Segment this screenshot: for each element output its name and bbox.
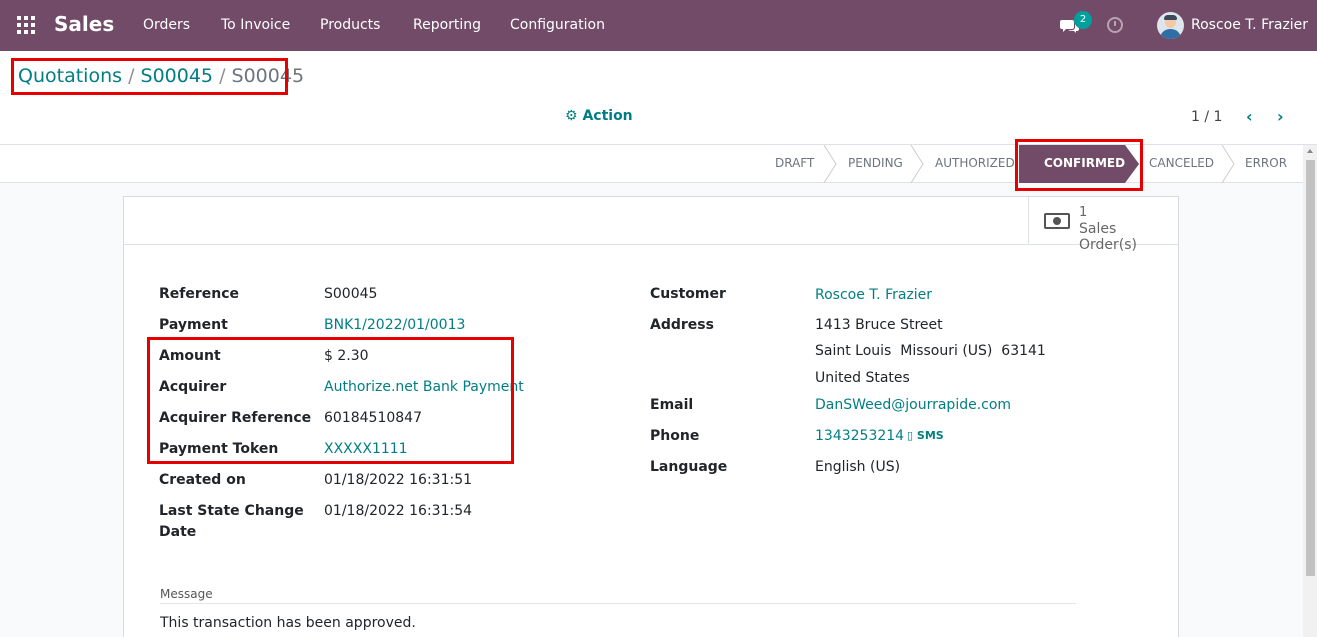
acquirer-label: Acquirer [159, 379, 227, 395]
action-button[interactable]: ⚙ Action [565, 108, 633, 124]
form-sheet: 1 Sales Order(s) Reference S00045 Paymen… [123, 196, 1179, 637]
customer-label: Customer [650, 286, 726, 302]
email-label: Email [650, 397, 694, 413]
money-icon [1044, 213, 1070, 229]
phone-label: Phone [650, 428, 700, 444]
payment-token-link[interactable]: XXXXX1111 [324, 441, 408, 457]
stage-confirmed-label: CONFIRMED [1044, 156, 1126, 170]
scroll-thumb[interactable] [1306, 160, 1315, 576]
sales-orders-button[interactable]: 1 Sales Order(s) [1028, 197, 1178, 253]
breadcrumb-current: S00045 [231, 65, 305, 87]
customer-link[interactable]: Roscoe T. Frazier [815, 287, 932, 303]
address-label: Address [650, 317, 714, 333]
vertical-scrollbar[interactable] [1303, 145, 1317, 637]
acquirer-reference-value: 60184510847 [324, 410, 422, 426]
control-panel: Quotations / S00045 / S00045 ⚙ Action 1 … [0, 51, 1317, 144]
apps-menu-icon[interactable] [17, 16, 35, 34]
message-text: This transaction has been approved. [160, 615, 416, 631]
chat-count-badge: 2 [1074, 11, 1092, 29]
user-name[interactable]: Roscoe T. Frazier [1191, 17, 1308, 33]
breadcrumb: Quotations / S00045 / S00045 [18, 65, 304, 87]
pager-previous-icon[interactable]: ‹ [1246, 107, 1253, 126]
stage-draft[interactable]: DRAFT [775, 156, 814, 170]
last-state-change-label-line2: Date [159, 524, 197, 540]
scroll-up-icon[interactable] [1307, 149, 1313, 153]
stage-separator [823, 145, 837, 183]
breadcrumb-separator: / [128, 65, 135, 87]
address-country: United States [815, 370, 910, 386]
menu-reporting[interactable]: Reporting [413, 17, 481, 33]
language-label: Language [650, 459, 728, 475]
menu-products[interactable]: Products [320, 17, 380, 33]
message-divider [160, 603, 1076, 604]
last-state-change-label: Last State Change [159, 503, 304, 519]
amount-label: Amount [159, 348, 221, 364]
address-city: Saint Louis Missouri (US) 63141 [815, 343, 1046, 359]
button-box: 1 Sales Order(s) [124, 197, 1178, 253]
created-on-label: Created on [159, 472, 246, 488]
menu-orders[interactable]: Orders [143, 17, 190, 33]
phone-link[interactable]: 1343253214 [815, 428, 904, 444]
stage-separator [1221, 145, 1235, 183]
sms-button[interactable]: ▯ SMS [907, 429, 944, 442]
menu-to-invoice[interactable]: To Invoice [221, 17, 290, 33]
sales-orders-count: 1 [1079, 205, 1088, 220]
app-name[interactable]: Sales [54, 12, 114, 36]
stage-pending[interactable]: PENDING [848, 156, 903, 170]
user-avatar[interactable] [1157, 12, 1184, 39]
breadcrumb-quotations[interactable]: Quotations [18, 65, 122, 87]
address-street: 1413 Bruce Street [815, 317, 943, 333]
statusbar: DRAFT PENDING AUTHORIZED CONFIRMED CANCE… [0, 144, 1317, 183]
message-label: Message [160, 587, 213, 601]
clock-icon[interactable] [1107, 17, 1123, 33]
payment-token-label: Payment Token [159, 441, 279, 457]
payment-label: Payment [159, 317, 228, 333]
payment-link[interactable]: BNK1/2022/01/0013 [324, 317, 465, 333]
mobile-icon: ▯ [907, 429, 914, 442]
last-state-change-value: 01/18/2022 16:31:54 [324, 503, 473, 519]
reference-label: Reference [159, 286, 240, 302]
breadcrumb-separator: / [219, 65, 226, 87]
language-value: English (US) [815, 459, 901, 475]
top-navbar: Sales Orders To Invoice Products Reporti… [0, 0, 1317, 51]
email-link[interactable]: DanSWeed@jourrapide.com [815, 397, 1011, 413]
stage-authorized[interactable]: AUTHORIZED [935, 156, 1015, 170]
gear-icon: ⚙ [565, 108, 578, 124]
pager-value[interactable]: 1 / 1 [1191, 109, 1222, 125]
action-label: Action [582, 108, 633, 124]
pager-next-icon[interactable]: › [1277, 107, 1284, 126]
stage-separator [910, 145, 924, 183]
breadcrumb-sales-order[interactable]: S00045 [141, 65, 214, 87]
amount-value: $ 2.30 [324, 348, 369, 364]
stage-error[interactable]: ERROR [1245, 156, 1287, 170]
sales-orders-label: Sales Order(s) [1079, 221, 1138, 253]
created-on-value: 01/18/2022 16:31:51 [324, 472, 473, 488]
stage-canceled[interactable]: CANCELED [1149, 156, 1214, 170]
acquirer-reference-label: Acquirer Reference [159, 410, 312, 426]
acquirer-link[interactable]: Authorize.net Bank Payment [324, 379, 524, 395]
sms-label: SMS [916, 429, 944, 442]
menu-configuration[interactable]: Configuration [510, 17, 605, 33]
reference-value: S00045 [324, 286, 378, 302]
